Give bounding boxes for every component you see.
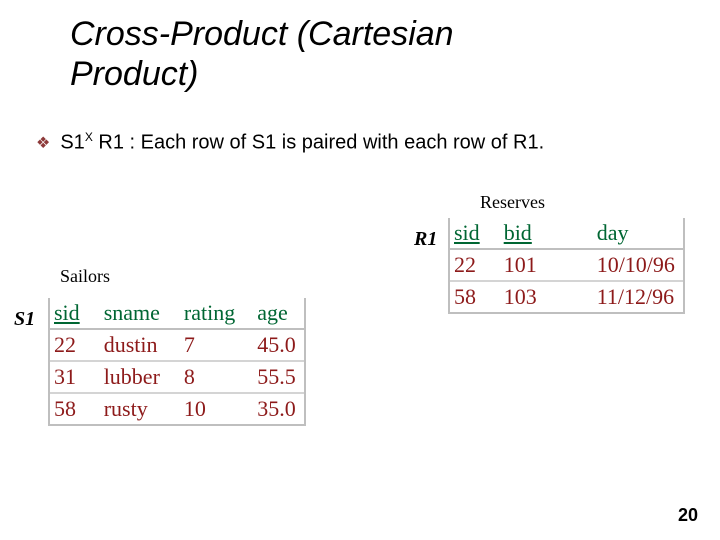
table-s1: sid sname rating age 22 dustin 7 45.0 31… bbox=[48, 298, 306, 426]
bullet-s1: S1 bbox=[60, 132, 84, 154]
bullet-rest: R1 : Each row of S1 is paired with each … bbox=[93, 132, 544, 154]
s1-cell: rusty bbox=[98, 393, 178, 425]
s1-cell: lubber bbox=[98, 361, 178, 393]
title-line-2: Product) bbox=[70, 55, 199, 93]
s1-cell: 22 bbox=[48, 329, 98, 361]
s1-header-age: age bbox=[251, 298, 306, 329]
bullet-x-superscript: X bbox=[85, 130, 93, 144]
s1-cell: 7 bbox=[178, 329, 251, 361]
s1-cell: 8 bbox=[178, 361, 251, 393]
slide: Cross-Product (Cartesian Product) ❖ S1X … bbox=[0, 0, 720, 540]
s1-header-sname: sname bbox=[98, 298, 178, 329]
r1-label: R1 bbox=[414, 228, 437, 251]
r1-cell: 11/12/96 bbox=[567, 281, 685, 313]
s1-header-rating: rating bbox=[178, 298, 251, 329]
r1-cell: 103 bbox=[498, 281, 567, 313]
s1-label: S1 bbox=[14, 308, 35, 331]
r1-header-day: day bbox=[567, 218, 685, 249]
bullet-line: ❖ S1X R1 : Each row of S1 is paired with… bbox=[36, 130, 544, 155]
page-title: Cross-Product (Cartesian Product) bbox=[70, 14, 454, 94]
table-row: 31 lubber 8 55.5 bbox=[48, 361, 306, 393]
table-header-row: sid sname rating age bbox=[48, 298, 306, 329]
s1-cell: 10 bbox=[178, 393, 251, 425]
page-number: 20 bbox=[678, 505, 698, 526]
table-r1-wrapper: sid bid day 22 101 10/10/96 58 103 11/12… bbox=[448, 218, 685, 314]
table-s1-wrapper: sid sname rating age 22 dustin 7 45.0 31… bbox=[48, 298, 306, 426]
s1-cell: 35.0 bbox=[251, 393, 306, 425]
table-border-left bbox=[48, 298, 50, 426]
r1-header-sid: sid bbox=[448, 218, 498, 249]
table-border-right bbox=[304, 298, 306, 426]
r1-header-bid: bid bbox=[498, 218, 567, 249]
table-border-left bbox=[448, 218, 450, 314]
s1-cell: 55.5 bbox=[251, 361, 306, 393]
s1-cell: 58 bbox=[48, 393, 98, 425]
table-row: 22 101 10/10/96 bbox=[448, 249, 685, 281]
title-line-1: Cross-Product (Cartesian bbox=[70, 15, 454, 53]
table-header-row: sid bid day bbox=[448, 218, 685, 249]
bullet-diamond-icon: ❖ bbox=[36, 133, 50, 153]
r1-cell: 22 bbox=[448, 249, 498, 281]
reserves-label: Reserves bbox=[480, 192, 545, 213]
s1-cell: 45.0 bbox=[251, 329, 306, 361]
r1-cell: 101 bbox=[498, 249, 567, 281]
sailors-label: Sailors bbox=[60, 266, 110, 287]
bullet-text: S1X R1 : Each row of S1 is paired with e… bbox=[60, 130, 544, 155]
table-row: 58 103 11/12/96 bbox=[448, 281, 685, 313]
s1-header-sid: sid bbox=[48, 298, 98, 329]
table-row: 22 dustin 7 45.0 bbox=[48, 329, 306, 361]
r1-cell: 58 bbox=[448, 281, 498, 313]
table-row: 58 rusty 10 35.0 bbox=[48, 393, 306, 425]
table-border-right bbox=[683, 218, 685, 314]
table-r1: sid bid day 22 101 10/10/96 58 103 11/12… bbox=[448, 218, 685, 314]
s1-cell: 31 bbox=[48, 361, 98, 393]
r1-cell: 10/10/96 bbox=[567, 249, 685, 281]
s1-cell: dustin bbox=[98, 329, 178, 361]
